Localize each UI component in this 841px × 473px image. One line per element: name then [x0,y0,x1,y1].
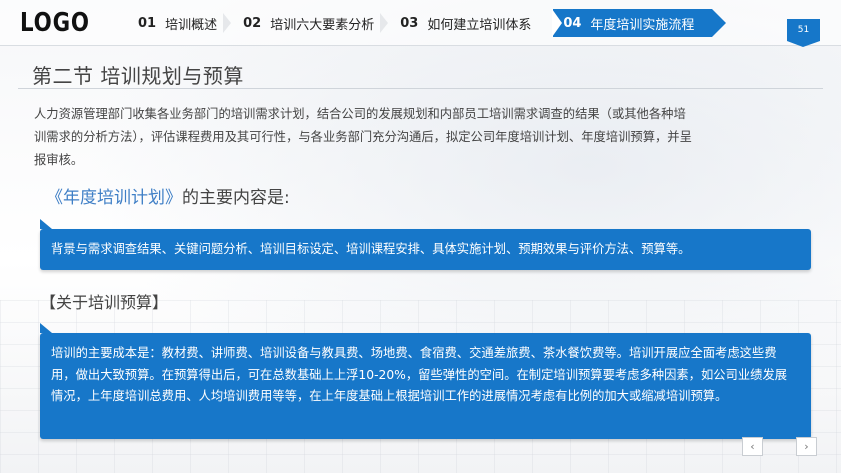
budget-heading: 【关于培训预算】 [40,293,169,312]
nav-item-01[interactable]: 01 培训概述 [128,9,233,37]
plan-heading-rest: 的主要内容是: [182,188,290,208]
nav-item-03[interactable]: 03 如何建立培训体系 [390,9,547,37]
plan-heading-accent: 《年度培训计划》 [46,188,182,208]
plan-heading: 《年度培训计划》的主要内容是: [46,183,290,208]
plan-content-box: 背景与需求调查结果、关键问题分析、培训目标设定、培训课程安排、具体实施计划、预期… [40,219,811,270]
chevron-right-icon: › [804,440,809,453]
chevron-right-icon [380,13,389,33]
slide: LOGO 01 培训概述 02 培训六大要素分析 03 如何建立培训体系 04 … [0,0,841,473]
chevron-left-icon: ‹ [750,440,755,453]
section-title: 第二节 培训规划与预算 [32,64,244,88]
intro-paragraph: 人力资源管理部门收集各业务部门的培训需求计划，结合公司的发展规划和内部员工培训需… [34,107,692,167]
budget-content-box: 培训的主要成本是：教材费、讲师费、培训设备与教具费、场地费、食宿费、交通差旅费、… [40,323,811,439]
title-divider [18,88,823,89]
next-slide-button[interactable]: › [796,437,817,456]
nav-item-number: 01 [138,15,157,31]
nav-item-label: 年度培训实施流程 [590,17,695,33]
logo: LOGO [20,8,90,38]
chapter-nav: 01 培训概述 02 培训六大要素分析 03 如何建立培训体系 04 年度培训实… [128,9,727,37]
page-number-badge: 51 [787,19,820,47]
nav-item-label: 培训六大要素分析 [270,17,375,33]
nav-item-04-active[interactable]: 04 年度培训实施流程 [552,9,727,37]
header: LOGO 01 培训概述 02 培训六大要素分析 03 如何建立培训体系 04 … [0,0,841,47]
nav-item-02[interactable]: 02 培训六大要素分析 [233,9,390,37]
nav-item-number: 02 [243,15,262,31]
nav-item-label: 如何建立培训体系 [427,17,532,33]
nav-item-number: 04 [563,15,582,31]
nav-item-number: 03 [400,15,419,31]
chevron-right-icon [223,13,232,33]
prev-slide-button[interactable]: ‹ [742,437,763,456]
nav-item-label: 培训概述 [165,17,218,33]
